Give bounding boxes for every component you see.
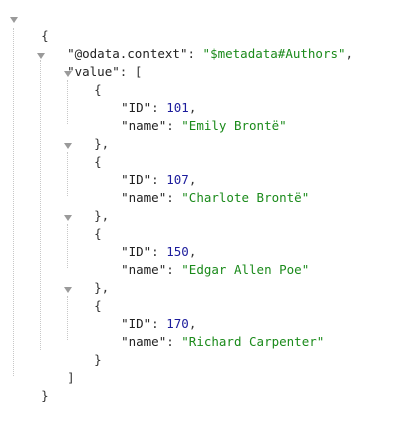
indent-guide-root: [13, 28, 14, 376]
item-3-id-row: "ID": 150,: [121, 244, 197, 259]
collapse-item-3-icon[interactable]: [64, 215, 72, 221]
name-value: "Charlote Brontë": [181, 190, 310, 205]
indent-guide-item-4: [67, 296, 68, 340]
name-key: "name": [121, 262, 167, 277]
close-brace-text: }: [41, 388, 49, 403]
context-value: "$metadata#Authors": [202, 46, 346, 61]
indent-guide-value: [40, 60, 41, 350]
value-close-bracket: ]: [67, 370, 75, 385]
open-brace-text: {: [41, 28, 49, 43]
item-2-open-brace: {: [94, 154, 102, 169]
item-4-name-row: "name": "Richard Carpenter": [121, 334, 325, 349]
item-1-id-row: "ID": 101,: [121, 100, 197, 115]
open-bracket: [: [134, 64, 143, 79]
collapse-item-2-icon[interactable]: [64, 143, 72, 149]
name-key: "name": [121, 118, 167, 133]
json-viewer: { "json": { "open_brace": "{", "close_br…: [0, 0, 400, 421]
item-3-name-row: "name": "Edgar Allen Poe": [121, 262, 310, 277]
collapse-item-4-icon[interactable]: [64, 287, 72, 293]
item-2-close-brace: },: [94, 208, 110, 223]
item-1-open-brace: {: [94, 82, 102, 97]
name-value: "Richard Carpenter": [181, 334, 325, 349]
indent-guide-item-1: [67, 80, 68, 124]
name-key: "name": [121, 190, 167, 205]
context-row: "@odata.context": "$metadata#Authors",: [67, 46, 354, 61]
item-3-open-brace: {: [94, 226, 102, 241]
item-2-id-row: "ID": 107,: [121, 172, 197, 187]
root-open-brace: {: [26, 9, 49, 43]
item-2-name-row: "name": "Charlote Brontë": [121, 190, 310, 205]
name-value: "Emily Brontë": [181, 118, 287, 133]
item-4-open-brace: {: [94, 298, 102, 313]
indent-guide-item-3: [67, 224, 68, 268]
item-4-id-row: "ID": 170,: [121, 316, 197, 331]
collapse-value-icon[interactable]: [37, 53, 45, 59]
item-4-close-brace: }: [94, 352, 102, 367]
indent-guide-item-2: [67, 152, 68, 196]
root-close-brace: }: [26, 369, 49, 403]
item-1-close-brace: },: [94, 136, 110, 151]
name-key: "name": [121, 334, 167, 349]
value-row: "value": [: [67, 64, 143, 79]
item-1-name-row: "name": "Emily Brontë": [121, 118, 287, 133]
name-value: "Edgar Allen Poe": [181, 262, 310, 277]
collapse-root-icon[interactable]: [10, 17, 18, 23]
item-3-close-brace: },: [94, 280, 110, 295]
